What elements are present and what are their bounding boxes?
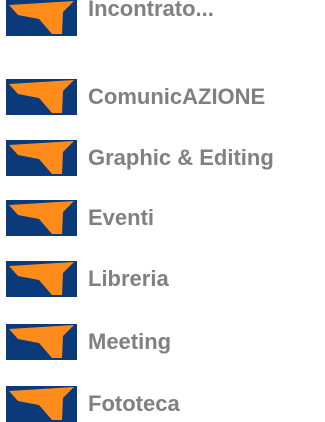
menu-item-label: ComunicAZIONE xyxy=(88,84,266,109)
menu-item-libreria[interactable]: Libreria xyxy=(6,261,169,297)
menu-item-label: Eventi xyxy=(88,205,155,230)
orange-arrow-icon xyxy=(6,0,77,36)
menu-item-label: Graphic & Editing xyxy=(88,145,274,170)
menu-item-comunicazione[interactable]: ComunicAZIONE xyxy=(6,79,265,115)
menu-item-incontrato[interactable]: Incontrato... xyxy=(6,0,214,36)
menu-item-graphic-editing[interactable]: Graphic & Editing xyxy=(6,140,274,176)
menu-item-meeting[interactable]: Meeting xyxy=(6,324,171,360)
menu-item-label: Libreria xyxy=(88,266,169,291)
menu-item-fototeca[interactable]: Fototeca xyxy=(6,386,180,422)
orange-arrow-icon xyxy=(6,140,77,176)
orange-arrow-icon xyxy=(6,261,77,297)
navigation-menu: Incontrato... ComunicAZIONE Graphic & Ed… xyxy=(0,0,325,422)
orange-arrow-icon xyxy=(6,386,77,422)
orange-arrow-icon xyxy=(6,200,77,236)
menu-item-label: Incontrato... xyxy=(88,0,214,21)
orange-arrow-icon xyxy=(6,324,77,360)
menu-item-eventi[interactable]: Eventi xyxy=(6,200,154,236)
orange-arrow-icon xyxy=(6,79,77,115)
menu-item-label: Fototeca xyxy=(88,391,180,416)
menu-item-label: Meeting xyxy=(88,329,172,354)
